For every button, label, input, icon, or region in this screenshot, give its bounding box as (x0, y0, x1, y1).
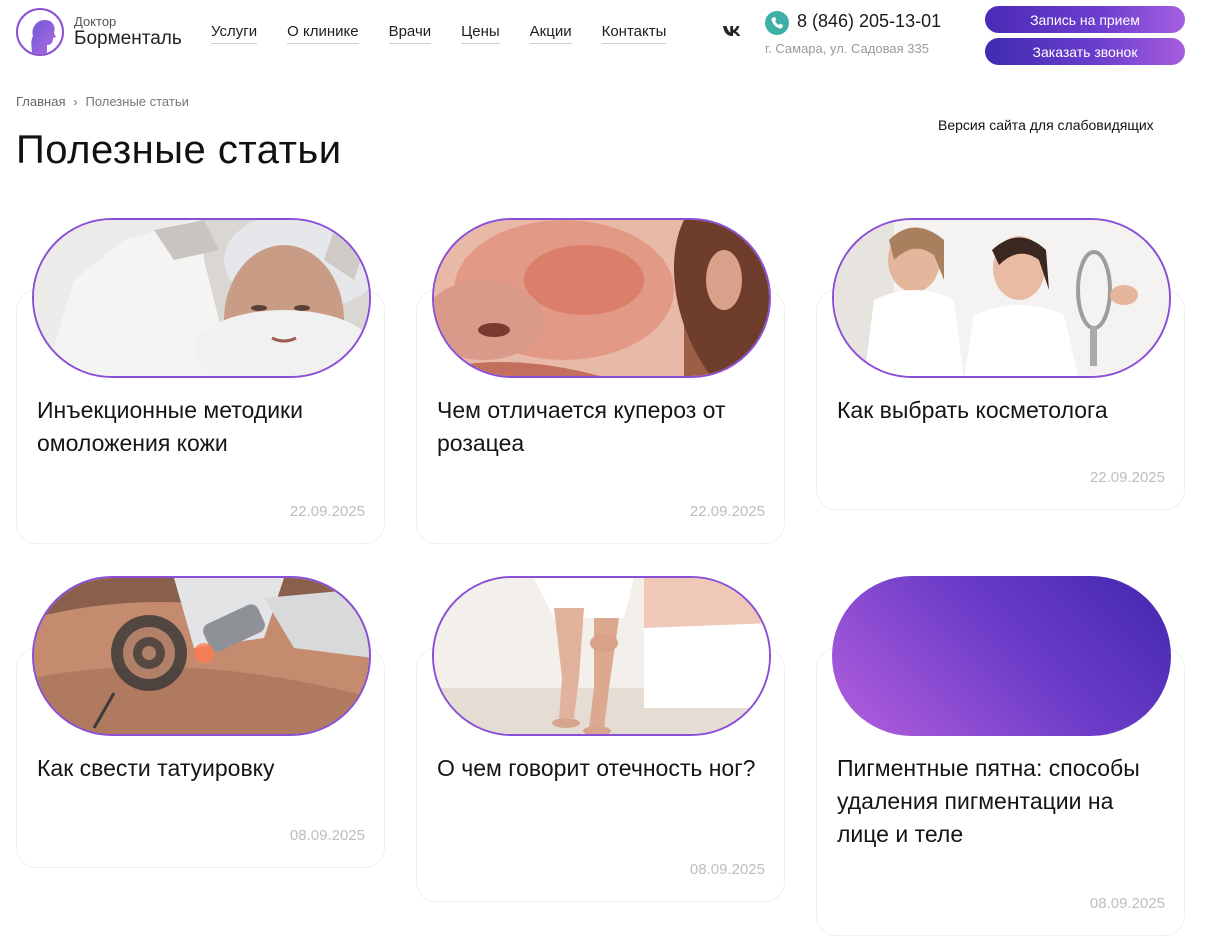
logo-title: Борменталь (74, 27, 182, 49)
nav-item-prices[interactable]: Цены (461, 23, 500, 44)
article-date: 22.09.2025 (1089, 469, 1165, 486)
breadcrumb-separator: › (73, 94, 78, 109)
article-date: 08.09.2025 (289, 827, 365, 844)
page-title: Полезные статьи (16, 128, 342, 172)
article-date: 08.09.2025 (1089, 895, 1165, 912)
article-image-injection[interactable] (32, 218, 371, 378)
article-card[interactable]: Инъекционные методики омоложения кожи 22… (16, 218, 385, 544)
article-image-couperose[interactable] (432, 218, 771, 378)
nav-item-about[interactable]: О клинике (287, 23, 359, 44)
article-card[interactable]: Как выбрать косметолога 22.09.2025 (816, 218, 1185, 510)
article-card[interactable]: О чем говорит отечность ног? 08.09.2025 (416, 576, 785, 902)
nav-item-contacts[interactable]: Контакты (601, 23, 667, 44)
main-nav: Услуги О клинике Врачи Цены Акции Контак… (211, 23, 696, 44)
phone-number[interactable]: 8 (846) 205-13-01 (797, 11, 941, 32)
article-title[interactable]: Чем отличается купероз от розацеа (437, 394, 767, 460)
article-image-tattoo[interactable] (32, 576, 371, 736)
article-title[interactable]: Инъекционные методики омоложения кожи (37, 394, 367, 460)
article-date: 22.09.2025 (289, 503, 365, 520)
article-date: 22.09.2025 (689, 503, 765, 520)
callback-button[interactable]: Заказать звонок (985, 38, 1185, 65)
address: г. Самара, ул. Садовая 335 (765, 41, 929, 56)
breadcrumb-current: Полезные статьи (85, 94, 189, 109)
phone-icon[interactable] (765, 11, 789, 35)
article-card[interactable]: Как свести татуировку 08.09.2025 (16, 576, 385, 868)
site-header: Доктор Борменталь Услуги О клинике Врачи… (0, 0, 1218, 70)
accessibility-version-link[interactable]: Версия сайта для слабовидящих (938, 117, 1154, 133)
nav-item-doctors[interactable]: Врачи (388, 23, 432, 44)
article-image-leg-swelling[interactable] (432, 576, 771, 736)
breadcrumb-home[interactable]: Главная (16, 94, 65, 109)
appointment-button[interactable]: Запись на прием (985, 6, 1185, 33)
article-title[interactable]: О чем говорит отечность ног? (437, 752, 767, 785)
vk-icon[interactable] (722, 23, 742, 39)
article-card[interactable]: Чем отличается купероз от розацеа 22.09.… (416, 218, 785, 544)
logo-icon (16, 8, 64, 56)
article-card[interactable]: Пигментные пятна: способы удаления пигме… (816, 576, 1185, 936)
article-image-pigmentation[interactable] (832, 576, 1171, 736)
article-title[interactable]: Как выбрать косметолога (837, 394, 1167, 427)
breadcrumb: Главная › Полезные статьи (16, 94, 189, 109)
article-image-cosmetologist[interactable] (832, 218, 1171, 378)
logo-subtitle: Доктор (74, 14, 117, 30)
nav-item-promotions[interactable]: Акции (529, 23, 572, 44)
nav-item-services[interactable]: Услуги (211, 23, 258, 44)
article-title[interactable]: Как свести татуировку (37, 752, 367, 785)
article-title[interactable]: Пигментные пятна: способы удаления пигме… (837, 752, 1167, 851)
article-date: 08.09.2025 (689, 861, 765, 878)
logo[interactable]: Доктор Борменталь (16, 8, 182, 56)
